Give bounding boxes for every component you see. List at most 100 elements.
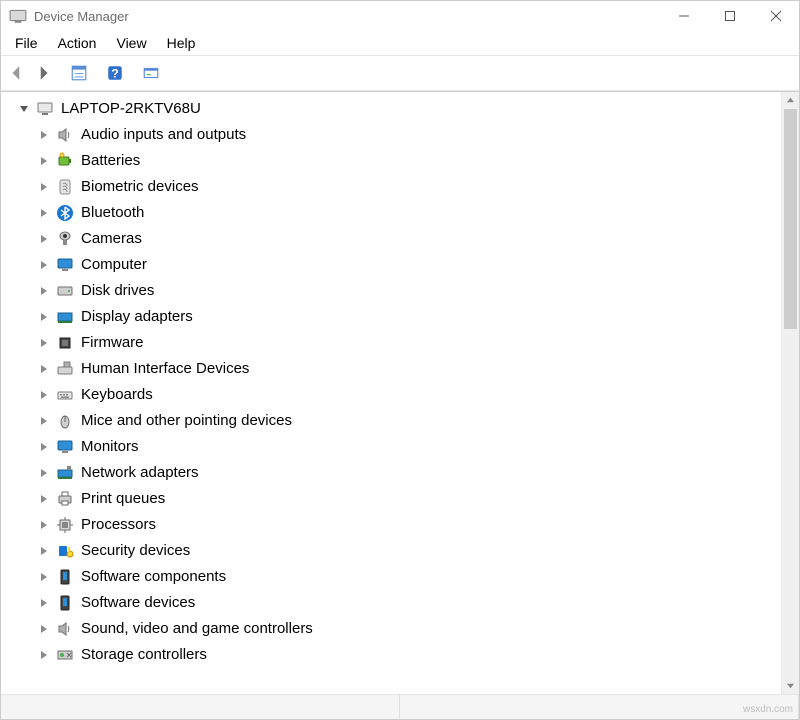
expand-toggle[interactable] <box>35 338 53 348</box>
tree-item-bluetooth[interactable]: Bluetooth <box>5 200 781 226</box>
tree-item-software-components[interactable]: Software components <box>5 564 781 590</box>
software-icon <box>55 593 75 613</box>
status-cell <box>400 695 799 719</box>
tree-item-label: Storage controllers <box>81 642 207 668</box>
tree-item-label: Cameras <box>81 226 142 252</box>
app-icon <box>9 7 27 25</box>
tree-item-label: Mice and other pointing devices <box>81 408 292 434</box>
nav-back-button[interactable] <box>5 61 29 85</box>
tree-item-computer[interactable]: Computer <box>5 252 781 278</box>
content-area: LAPTOP-2RKTV68U Audio inputs and outputs… <box>1 91 799 694</box>
tree-item-hid[interactable]: Human Interface Devices <box>5 356 781 382</box>
nav-forward-button[interactable] <box>31 61 55 85</box>
tree-item-label: Display adapters <box>81 304 193 330</box>
minimize-button[interactable] <box>661 1 707 31</box>
tree-root-label: LAPTOP-2RKTV68U <box>61 96 201 122</box>
tree-item-software-devices[interactable]: Software devices <box>5 590 781 616</box>
expand-toggle[interactable] <box>35 650 53 660</box>
help-button[interactable]: ? <box>103 61 127 85</box>
network-icon <box>55 463 75 483</box>
toolbar: ? <box>1 56 799 91</box>
vertical-scrollbar[interactable] <box>781 92 799 694</box>
tree-item-label: Biometric devices <box>81 174 199 200</box>
device-manager-window: Device Manager File Action View Help <box>0 0 800 720</box>
maximize-button[interactable] <box>707 1 753 31</box>
tree-item-keyboards[interactable]: Keyboards <box>5 382 781 408</box>
expand-toggle[interactable] <box>35 442 53 452</box>
menu-action[interactable]: Action <box>50 33 109 53</box>
scroll-track[interactable] <box>782 109 799 677</box>
tree-item-monitors[interactable]: Monitors <box>5 434 781 460</box>
expand-toggle[interactable] <box>15 104 33 114</box>
tree-item-label: Bluetooth <box>81 200 144 226</box>
tree-item-label: Human Interface Devices <box>81 356 249 382</box>
tree-item-network[interactable]: Network adapters <box>5 460 781 486</box>
expand-toggle[interactable] <box>35 156 53 166</box>
expand-toggle[interactable] <box>35 546 53 556</box>
tree-item-storage[interactable]: Storage controllers <box>5 642 781 668</box>
close-button[interactable] <box>753 1 799 31</box>
key-icon <box>55 541 75 561</box>
expand-toggle[interactable] <box>35 624 53 634</box>
scroll-up-button[interactable] <box>782 92 799 109</box>
tree-item-firmware[interactable]: Firmware <box>5 330 781 356</box>
tree-item-batteries[interactable]: Batteries <box>5 148 781 174</box>
tree-item-mice[interactable]: Mice and other pointing devices <box>5 408 781 434</box>
computer-root-icon <box>35 99 55 119</box>
tree-item-sound[interactable]: Sound, video and game controllers <box>5 616 781 642</box>
scan-hardware-button[interactable] <box>139 61 163 85</box>
scroll-thumb[interactable] <box>784 109 797 329</box>
expand-toggle[interactable] <box>35 234 53 244</box>
camera-icon <box>55 229 75 249</box>
properties-button[interactable] <box>67 61 91 85</box>
tree-item-disk[interactable]: Disk drives <box>5 278 781 304</box>
gpu-icon <box>55 307 75 327</box>
expand-toggle[interactable] <box>35 130 53 140</box>
tree-item-label: Software devices <box>81 590 195 616</box>
statusbar <box>1 694 799 719</box>
tree-item-processors[interactable]: Processors <box>5 512 781 538</box>
expand-toggle[interactable] <box>35 390 53 400</box>
chip-icon <box>55 333 75 353</box>
bluetooth-icon <box>55 203 75 223</box>
expand-toggle[interactable] <box>35 182 53 192</box>
scroll-down-button[interactable] <box>782 677 799 694</box>
expand-toggle[interactable] <box>35 598 53 608</box>
expand-toggle[interactable] <box>35 364 53 374</box>
expand-toggle[interactable] <box>35 208 53 218</box>
battery-icon <box>55 151 75 171</box>
tree-item-display[interactable]: Display adapters <box>5 304 781 330</box>
tree-item-biometric[interactable]: Biometric devices <box>5 174 781 200</box>
tree-item-print[interactable]: Print queues <box>5 486 781 512</box>
tree-item-label: Processors <box>81 512 156 538</box>
speaker-icon <box>55 125 75 145</box>
tree-item-audio[interactable]: Audio inputs and outputs <box>5 122 781 148</box>
printer-icon <box>55 489 75 509</box>
keyboard-icon <box>55 385 75 405</box>
tree-root[interactable]: LAPTOP-2RKTV68U <box>5 96 781 122</box>
menu-file[interactable]: File <box>7 33 50 53</box>
expand-toggle[interactable] <box>35 286 53 296</box>
expand-toggle[interactable] <box>35 260 53 270</box>
device-tree[interactable]: LAPTOP-2RKTV68U Audio inputs and outputs… <box>1 92 781 694</box>
tree-item-label: Batteries <box>81 148 140 174</box>
tree-item-cameras[interactable]: Cameras <box>5 226 781 252</box>
tree-item-security[interactable]: Security devices <box>5 538 781 564</box>
expand-toggle[interactable] <box>35 494 53 504</box>
expand-toggle[interactable] <box>35 468 53 478</box>
tree-item-label: Audio inputs and outputs <box>81 122 246 148</box>
mouse-icon <box>55 411 75 431</box>
expand-toggle[interactable] <box>35 520 53 530</box>
menu-help[interactable]: Help <box>159 33 208 53</box>
expand-toggle[interactable] <box>35 312 53 322</box>
tree-item-label: Security devices <box>81 538 190 564</box>
menu-view[interactable]: View <box>108 33 158 53</box>
window-title: Device Manager <box>34 9 129 24</box>
expand-toggle[interactable] <box>35 416 53 426</box>
tree-item-label: Computer <box>81 252 147 278</box>
cpu-icon <box>55 515 75 535</box>
tree-item-label: Disk drives <box>81 278 154 304</box>
storage-icon <box>55 645 75 665</box>
expand-toggle[interactable] <box>35 572 53 582</box>
tree-item-label: Software components <box>81 564 226 590</box>
